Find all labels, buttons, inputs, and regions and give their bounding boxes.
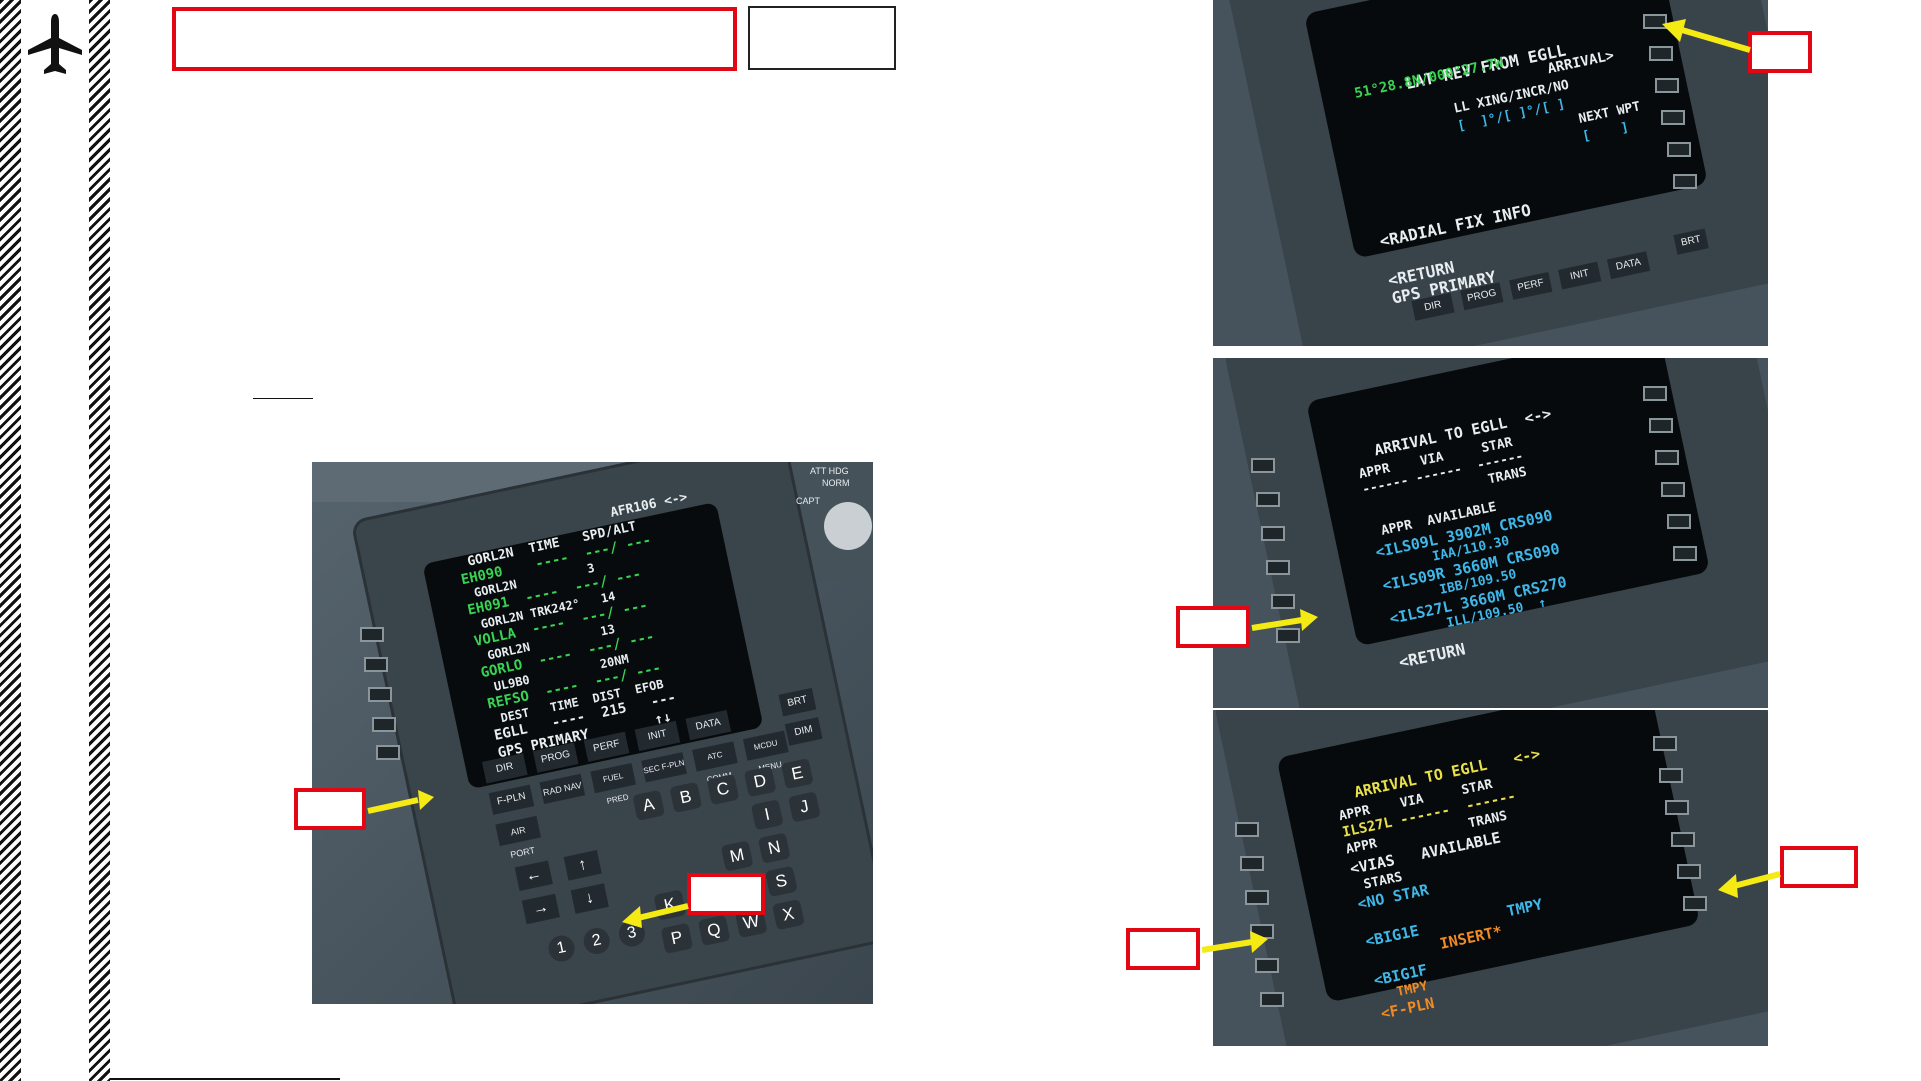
lsk-button[interactable] [1673, 546, 1697, 561]
lsk-button[interactable] [1671, 832, 1695, 847]
key-rad-nav[interactable]: RAD NAV [539, 773, 586, 805]
callout-box-arrow-key [687, 873, 765, 915]
lsk-button[interactable] [1260, 992, 1284, 1007]
callout-arrow-lsk5l [1251, 609, 1318, 631]
key-data[interactable]: DATA [1606, 251, 1651, 280]
callout-arrow-lsk6l [367, 790, 434, 814]
lsk-button[interactable] [1653, 736, 1677, 751]
callout-arrow-arrow-key [622, 903, 689, 928]
lsk-button[interactable] [372, 717, 396, 732]
key-j[interactable]: J [787, 791, 821, 823]
key-1[interactable]: 1 [546, 933, 577, 964]
lsk-button[interactable] [364, 657, 388, 672]
key-s[interactable]: S [764, 865, 798, 897]
lsk-button[interactable] [1649, 418, 1673, 433]
key-mcdu-menu[interactable]: MCDU MENU [742, 730, 789, 774]
key-brt[interactable]: BRT [1673, 228, 1709, 255]
callout-arrow-lsk1r [1662, 19, 1751, 53]
callout-box-lsk5l [1176, 606, 1250, 648]
lsk-button[interactable] [1673, 174, 1697, 189]
page-title-box [172, 7, 737, 71]
arrow-up-key[interactable]: ↑ [563, 850, 602, 881]
lsk-button[interactable] [1667, 142, 1691, 157]
lsk-button[interactable] [360, 627, 384, 642]
lsk-button[interactable] [1655, 450, 1679, 465]
underline-link[interactable] [253, 398, 313, 399]
key-i[interactable]: I [750, 799, 784, 831]
lsk-button[interactable] [1683, 896, 1707, 911]
att-hdg-label: ATT HDG [810, 466, 849, 476]
callout-box-lsk6r [1780, 846, 1858, 888]
key-sec-fpln[interactable]: SEC F-PLN [641, 752, 687, 783]
sidebar-stripe-right [89, 0, 110, 1081]
lsk-button[interactable] [1261, 526, 1285, 541]
mcdu-photo-right-bottom: ARRIVAL TO EGLL <-> APPR VIA STAR ILS27L… [1213, 710, 1768, 1046]
arrow-down-key[interactable]: ↓ [570, 883, 609, 914]
lsk-button[interactable] [1665, 800, 1689, 815]
callout-box-lsk1r [1748, 31, 1812, 73]
key-c[interactable]: C [706, 773, 740, 806]
key-q[interactable]: Q [697, 914, 731, 947]
screen-line: <RETURN [1397, 639, 1467, 672]
screen-line: <F-PLN [1379, 993, 1436, 1023]
key-m[interactable]: M [720, 840, 754, 872]
lsk-column-left [1235, 822, 1295, 1022]
key-dir[interactable]: DIR [1411, 292, 1455, 321]
key-atc-comm[interactable]: ATC COMM [692, 741, 738, 785]
arrow-left-key[interactable]: ← [514, 860, 553, 891]
lsk-button[interactable] [376, 745, 400, 760]
key-perf[interactable]: PERF [1509, 272, 1553, 300]
lsk-button[interactable] [1677, 864, 1701, 879]
footer-rule [110, 1078, 340, 1080]
key-init[interactable]: INIT [1558, 261, 1602, 290]
key-prog[interactable]: PROG [1460, 282, 1504, 311]
key-x[interactable]: X [772, 898, 805, 931]
callout-box-lsk6l [294, 788, 366, 830]
left-screen-line: AFR106 <-> [609, 489, 689, 521]
key-e[interactable]: E [780, 758, 814, 790]
lsk-button[interactable] [1245, 890, 1269, 905]
key-d[interactable]: D [743, 765, 777, 798]
key-2[interactable]: 2 [581, 925, 613, 957]
mcdu-photo-right-middle: ARRIVAL TO EGLL <-> APPR VIA STAR ------… [1213, 358, 1768, 708]
lsk-button[interactable] [1661, 110, 1685, 125]
callout-arrow-lsk4l [1201, 931, 1268, 953]
lsk-button[interactable] [1659, 768, 1683, 783]
key-dim[interactable]: DIM [784, 717, 823, 746]
capt-label: CAPT [796, 496, 821, 506]
lsk-button[interactable] [1235, 822, 1259, 837]
lsk-column-right [1653, 736, 1713, 936]
key-fpln[interactable]: F-PLN [488, 784, 535, 815]
lsk-column-right [1643, 386, 1703, 586]
mcdu-photo-left: AFR106 <-> GORL2N TIME SPD/ALT EH090 ---… [312, 462, 873, 1004]
callout-box-lsk4l [1126, 928, 1200, 970]
lsk-button[interactable] [1667, 514, 1691, 529]
key-b[interactable]: B [669, 781, 703, 814]
lsk-button[interactable] [1251, 458, 1275, 473]
key-n[interactable]: N [757, 832, 791, 864]
lsk-button[interactable] [1266, 560, 1290, 575]
lsk-button[interactable] [1240, 856, 1264, 871]
key-airport[interactable]: AIR PORT [495, 815, 541, 860]
lsk-button[interactable] [1256, 492, 1280, 507]
arrow-right-key[interactable]: → [521, 893, 560, 925]
callout-arrow-lsk6r [1718, 871, 1781, 898]
lsk-column-left [360, 627, 400, 767]
lsk-button[interactable] [368, 687, 392, 702]
lsk-button[interactable] [1655, 78, 1679, 93]
norm-label: NORM [822, 478, 850, 488]
sidebar-stripe-left [0, 0, 21, 1081]
lsk-button[interactable] [1643, 386, 1667, 401]
key-a[interactable]: A [632, 789, 666, 821]
key-fuel-pred[interactable]: FUEL PRED [590, 762, 637, 806]
lsk-button[interactable] [1661, 482, 1685, 497]
airplane-icon [26, 12, 84, 78]
section-box [748, 6, 896, 70]
